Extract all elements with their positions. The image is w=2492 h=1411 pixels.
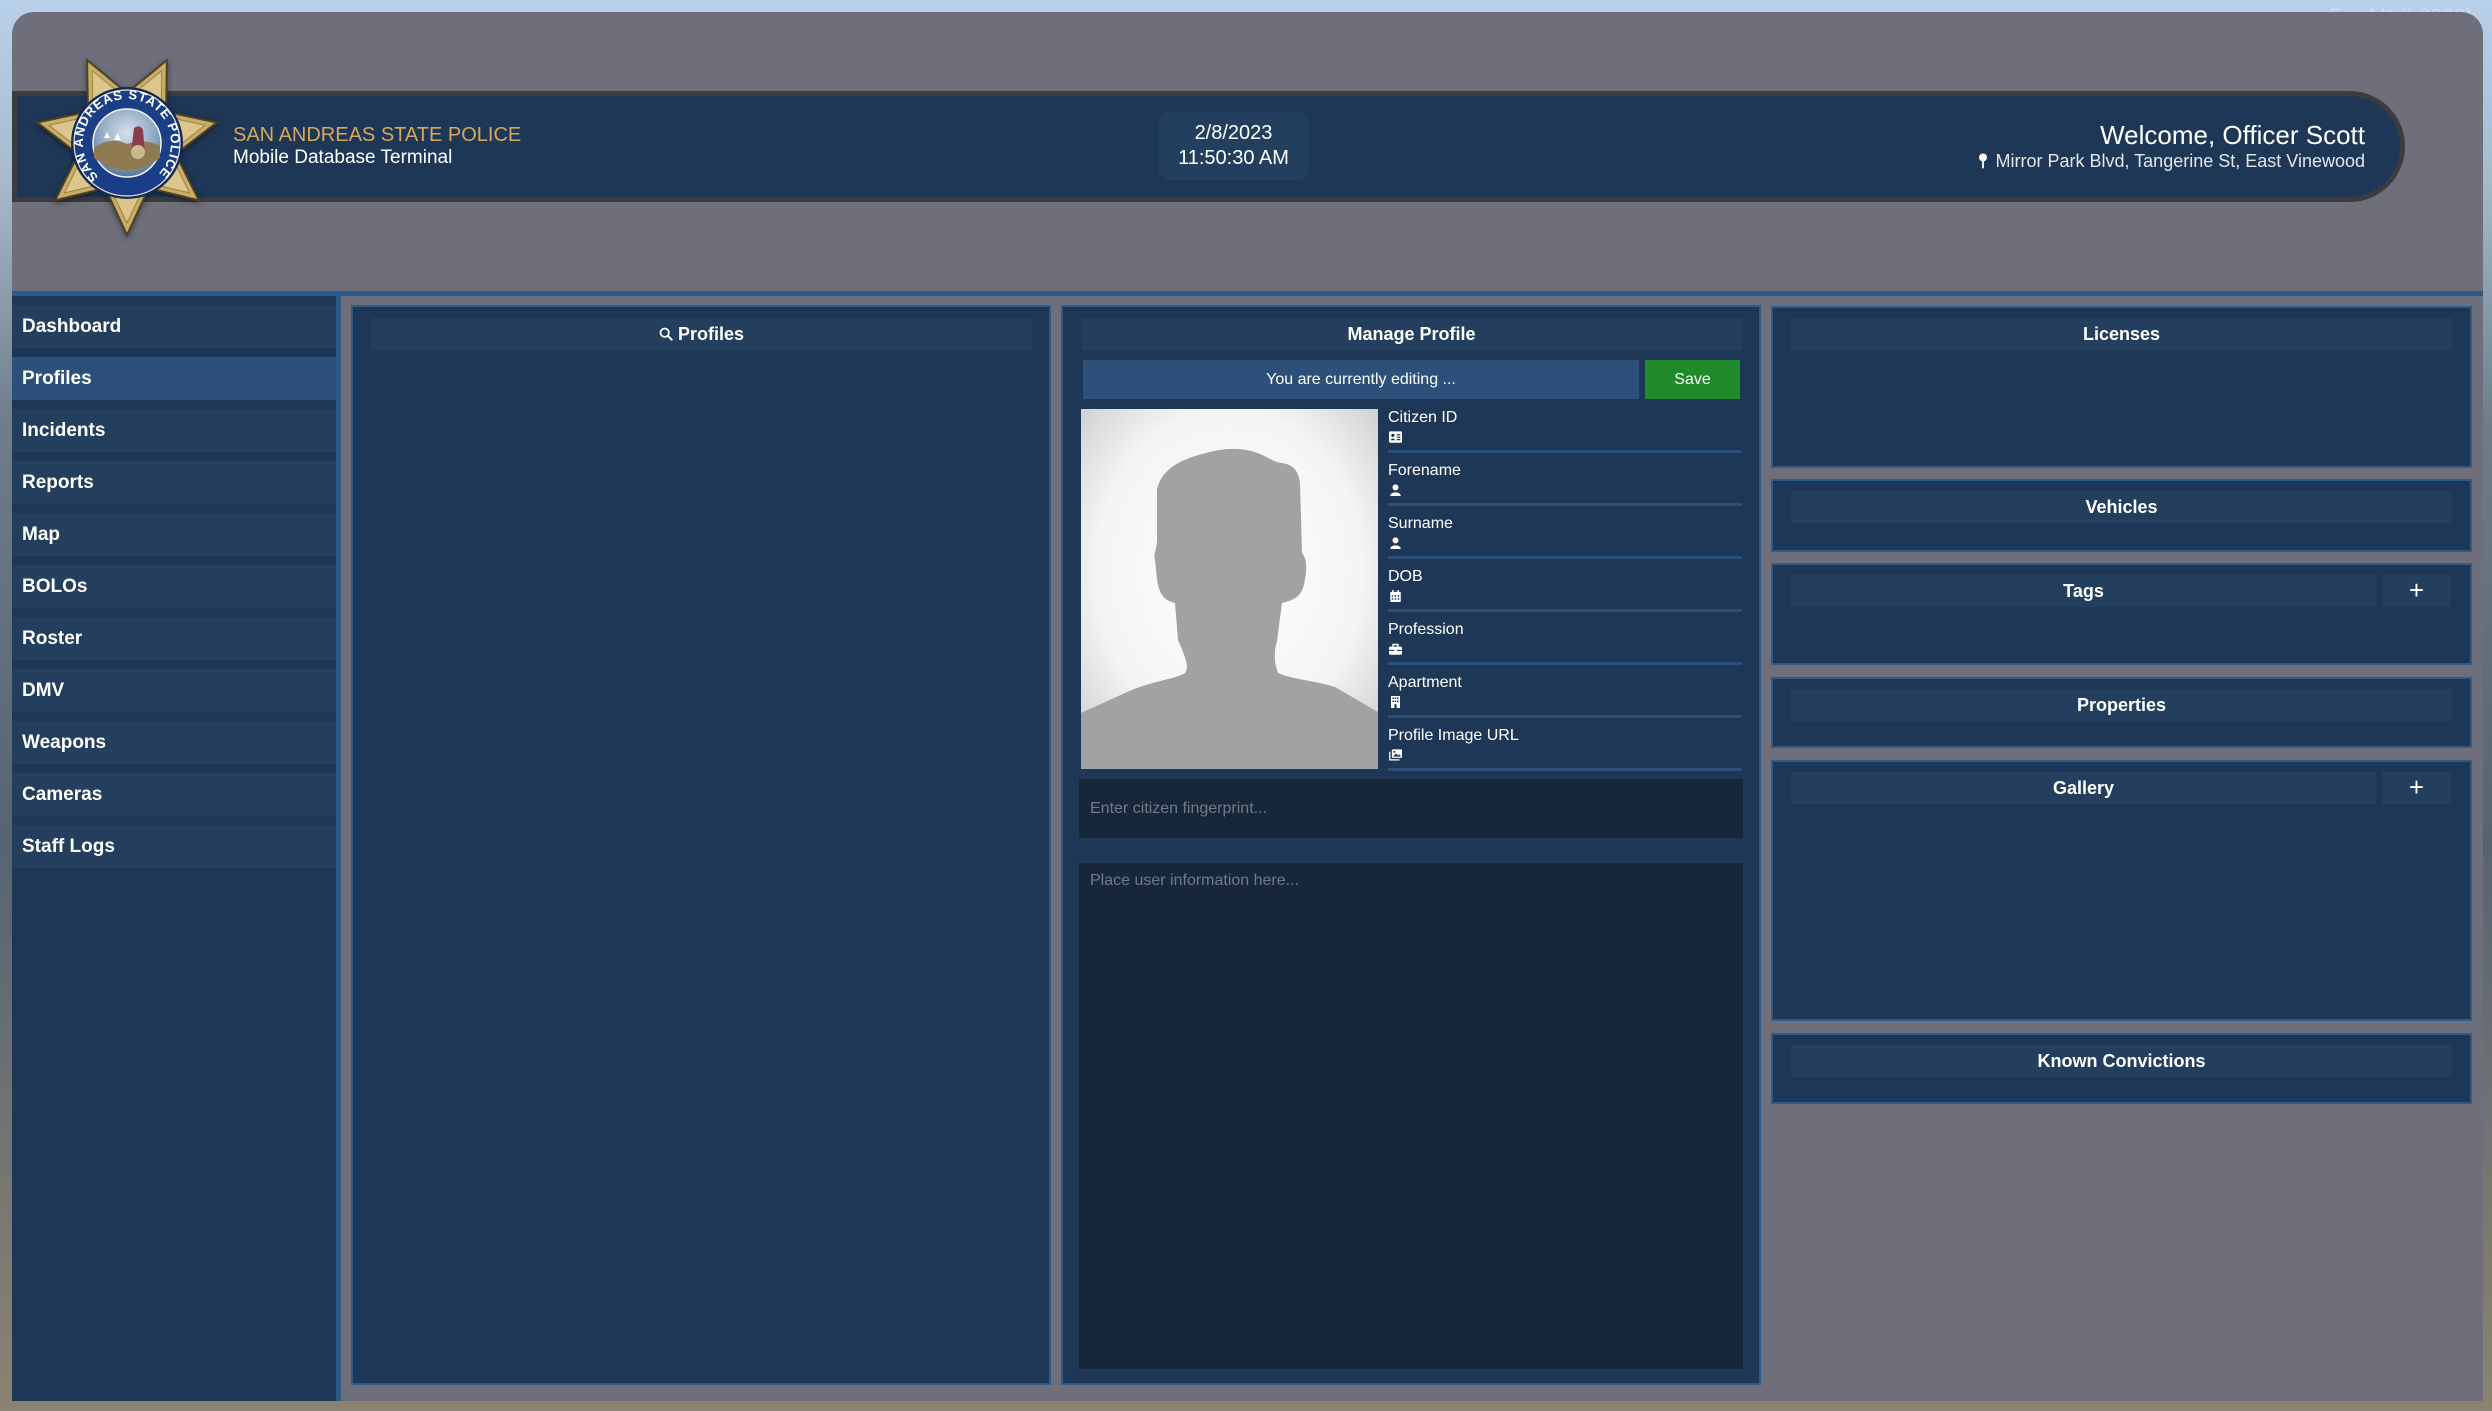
field-label: Apartment <box>1388 674 1462 691</box>
licenses-header: Licenses <box>1791 318 2452 350</box>
current-date: 2/8/2023 <box>1194 122 1273 144</box>
sidebar-item-label: Dashboard <box>22 316 122 337</box>
known-convictions-panel: Known Convictions <box>1771 1033 2472 1104</box>
sidebar-item-roster[interactable]: Roster <box>12 617 336 660</box>
officer-info: Welcome, Officer Scott Mirror Park Blvd,… <box>1978 120 2365 172</box>
tags-header: Tags <box>1791 575 2376 607</box>
field-dob: DOB <box>1388 568 1742 621</box>
known-convictions-header: Known Convictions <box>1791 1045 2452 1077</box>
police-badge-logo: SAN ANDREAS STATE POLICE <box>34 57 220 238</box>
profiles-panel: Profiles <box>351 305 1051 1385</box>
profession-input[interactable] <box>1388 639 1742 665</box>
gallery-header: Gallery <box>1791 772 2376 804</box>
org-name: SAN ANDREAS STATE POLICE <box>233 124 522 146</box>
sidebar-item-label: Incidents <box>22 420 106 441</box>
sidebar-item-label: Weapons <box>22 732 107 753</box>
sidebar-item-label: Cameras <box>22 784 103 805</box>
map-pin-icon <box>1979 153 1988 169</box>
editing-status: You are currently editing ... <box>1083 360 1639 399</box>
field-profession: Profession <box>1388 621 1742 674</box>
sidebar-item-map[interactable]: Map <box>12 513 336 556</box>
add-gallery-image-button[interactable]: + <box>2382 772 2451 804</box>
sidebar-item-weapons[interactable]: Weapons <box>12 721 336 764</box>
dob-input[interactable] <box>1388 586 1742 612</box>
field-surname: Surname <box>1388 515 1742 568</box>
fingerprint-input[interactable] <box>1079 779 1743 838</box>
sidebar-item-dashboard[interactable]: Dashboard <box>12 305 336 348</box>
sidebar-item-label: Map <box>22 524 60 545</box>
field-apartment: Apartment <box>1388 674 1742 727</box>
citizen-id-input[interactable] <box>1388 427 1742 453</box>
content-top-border <box>12 291 2483 296</box>
mdt-window: SAN ANDREAS STATE POLICE SAN ANDREAS STA… <box>12 12 2483 1401</box>
field-profile-image-url: Profile Image URL <box>1388 727 1742 780</box>
surname-input[interactable] <box>1388 533 1742 559</box>
sidebar-nav: Dashboard Profiles Incidents Reports Map… <box>12 296 341 1401</box>
forename-input[interactable] <box>1388 480 1742 506</box>
profile-image-url-input[interactable] <box>1388 745 1742 771</box>
field-label: Citizen ID <box>1388 409 1458 426</box>
sidebar-item-bolos[interactable]: BOLOs <box>12 565 336 608</box>
manage-profile-panel: Manage Profile You are currently editing… <box>1061 305 1761 1385</box>
properties-panel: Properties <box>1771 677 2472 748</box>
properties-header: Properties <box>1791 689 2452 721</box>
welcome-message: Welcome, Officer Scott <box>2100 120 2365 150</box>
sidebar-item-label: Roster <box>22 628 83 649</box>
tags-panel: Tags + <box>1771 563 2472 665</box>
field-label: DOB <box>1388 568 1423 585</box>
sidebar-item-staff-logs[interactable]: Staff Logs <box>12 825 336 868</box>
gallery-panel: Gallery + <box>1771 760 2472 1021</box>
sidebar-item-label: DMV <box>22 680 65 701</box>
badge-seal-shield <box>131 145 145 159</box>
profiles-panel-header: Profiles <box>371 318 1032 350</box>
profile-fields: Citizen ID Forename Surname DOB Professi <box>1388 409 1742 780</box>
vehicles-panel: Vehicles <box>1771 479 2472 552</box>
sidebar-item-label: Reports <box>22 472 94 493</box>
current-time: 11:50:30 AM <box>1178 147 1289 169</box>
add-tag-button[interactable]: + <box>2382 575 2451 607</box>
field-label: Forename <box>1388 462 1461 479</box>
officer-location: Mirror Park Blvd, Tangerine St, East Vin… <box>1978 150 2365 172</box>
app-subtitle: Mobile Database Terminal <box>233 147 453 168</box>
save-button[interactable]: Save <box>1645 360 1740 399</box>
field-label: Profession <box>1388 621 1464 638</box>
apartment-input[interactable] <box>1388 692 1742 718</box>
sidebar-item-label: Profiles <box>22 368 92 389</box>
search-icon <box>659 327 673 341</box>
licenses-panel: Licenses <box>1771 306 2472 468</box>
datetime-display: 2/8/2023 11:50:30 AM <box>1158 112 1309 180</box>
field-citizen-id: Citizen ID <box>1388 409 1742 462</box>
sidebar-item-label: Staff Logs <box>22 836 115 857</box>
field-forename: Forename <box>1388 462 1742 515</box>
user-information-textarea[interactable] <box>1079 863 1743 1369</box>
manage-profile-header: Manage Profile <box>1081 318 1742 350</box>
vehicles-header: Vehicles <box>1791 491 2452 523</box>
location-text: Mirror Park Blvd, Tangerine St, East Vin… <box>1995 151 2365 171</box>
field-label: Surname <box>1388 515 1453 532</box>
sidebar-item-dmv[interactable]: DMV <box>12 669 336 712</box>
field-label: Profile Image URL <box>1388 727 1519 744</box>
profile-photo[interactable] <box>1081 409 1378 769</box>
sidebar-item-profiles[interactable]: Profiles <box>12 357 336 400</box>
sidebar-item-reports[interactable]: Reports <box>12 461 336 504</box>
sidebar-item-incidents[interactable]: Incidents <box>12 409 336 452</box>
sidebar-item-cameras[interactable]: Cameras <box>12 773 336 816</box>
sidebar-item-label: BOLOs <box>22 576 88 597</box>
profiles-panel-title: Profiles <box>677 324 745 344</box>
